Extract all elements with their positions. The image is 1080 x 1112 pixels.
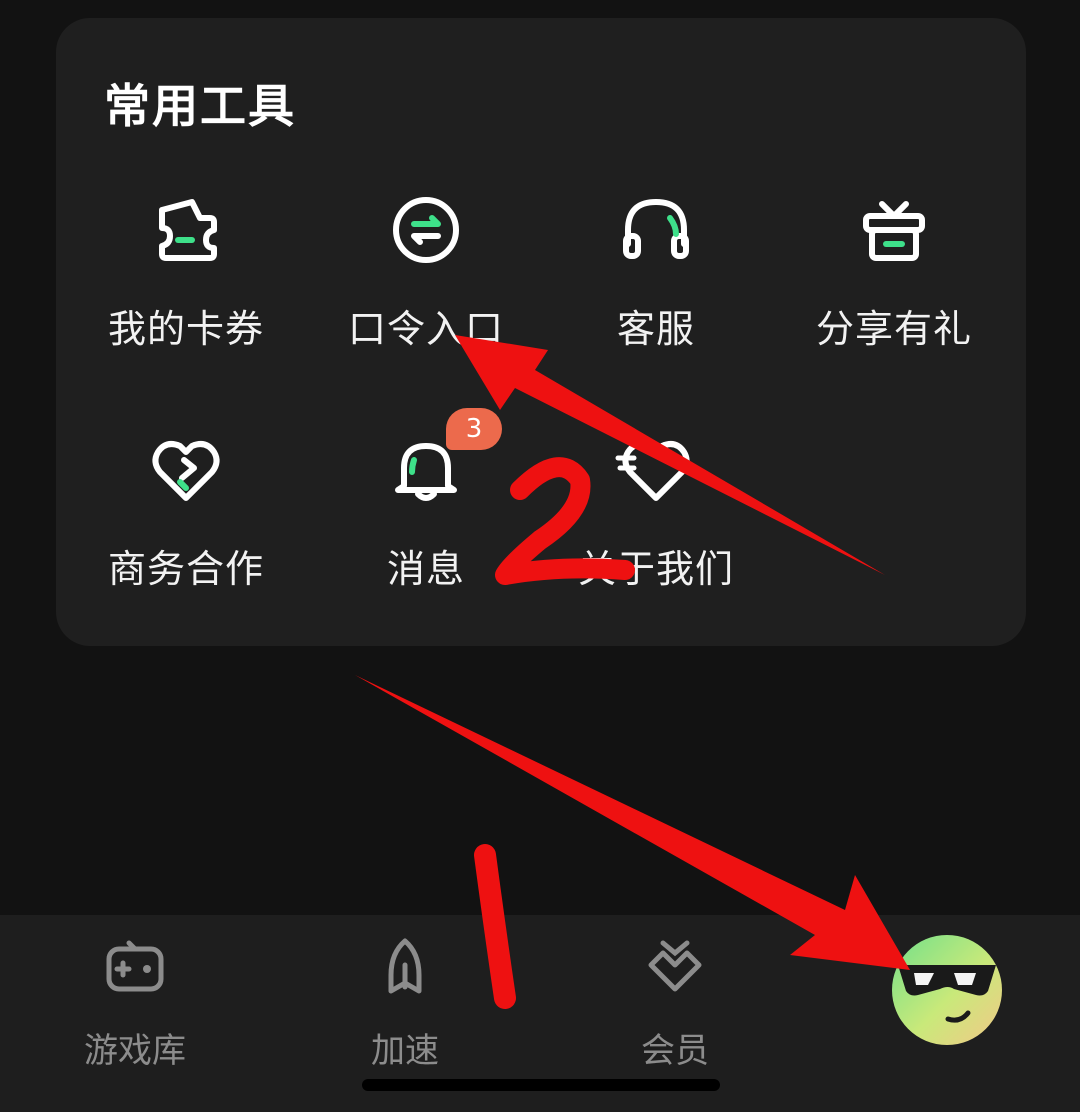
common-tools-title: 常用工具 xyxy=(104,79,296,133)
tool-code-entry[interactable]: 口令入口 xyxy=(306,188,546,398)
tab-membership[interactable]: 会员 xyxy=(575,935,775,1071)
rocket-icon xyxy=(388,938,422,994)
avatar-icon xyxy=(898,965,996,1023)
tab-label: 加速 xyxy=(371,1031,439,1071)
tab-profile-avatar[interactable] xyxy=(892,935,1002,1045)
tab-game-library[interactable]: 游戏库 xyxy=(35,935,235,1071)
tool-business[interactable]: 商务合作 xyxy=(66,428,306,638)
tool-label: 分享有礼 xyxy=(815,307,972,351)
tool-messages[interactable]: 消息 xyxy=(306,428,546,638)
gamepad-icon xyxy=(106,940,164,992)
tab-label: 游戏库 xyxy=(84,1031,186,1071)
heart-handshake-icon xyxy=(152,441,220,501)
tool-share-gift[interactable]: 分享有礼 xyxy=(774,188,1014,398)
message-count-badge: 3 xyxy=(446,408,502,450)
vip-icon xyxy=(648,940,702,992)
tool-label: 我的卡券 xyxy=(107,307,264,351)
tool-label: 关于我们 xyxy=(577,547,734,591)
tool-label: 商务合作 xyxy=(107,547,264,591)
home-indicator xyxy=(362,1079,720,1091)
tool-label: 客服 xyxy=(616,307,695,351)
common-tools-card: 常用工具 我的卡券 口令入口 客服 分享有礼 商务合作 消息 3 关于我们 xyxy=(56,18,1026,646)
tool-label: 口令入口 xyxy=(347,307,504,351)
tool-customer-service[interactable]: 客服 xyxy=(536,188,776,398)
tool-my-coupons[interactable]: 我的卡券 xyxy=(66,188,306,398)
coupon-icon xyxy=(159,199,217,261)
tool-label: 消息 xyxy=(386,547,465,591)
tab-label: 会员 xyxy=(641,1031,709,1071)
exchange-icon xyxy=(393,197,459,263)
tool-about-us[interactable]: 关于我们 xyxy=(536,428,776,638)
headset-icon xyxy=(623,198,689,259)
tab-accelerate[interactable]: 加速 xyxy=(305,935,505,1071)
gift-icon xyxy=(863,201,925,261)
about-icon xyxy=(615,441,690,501)
